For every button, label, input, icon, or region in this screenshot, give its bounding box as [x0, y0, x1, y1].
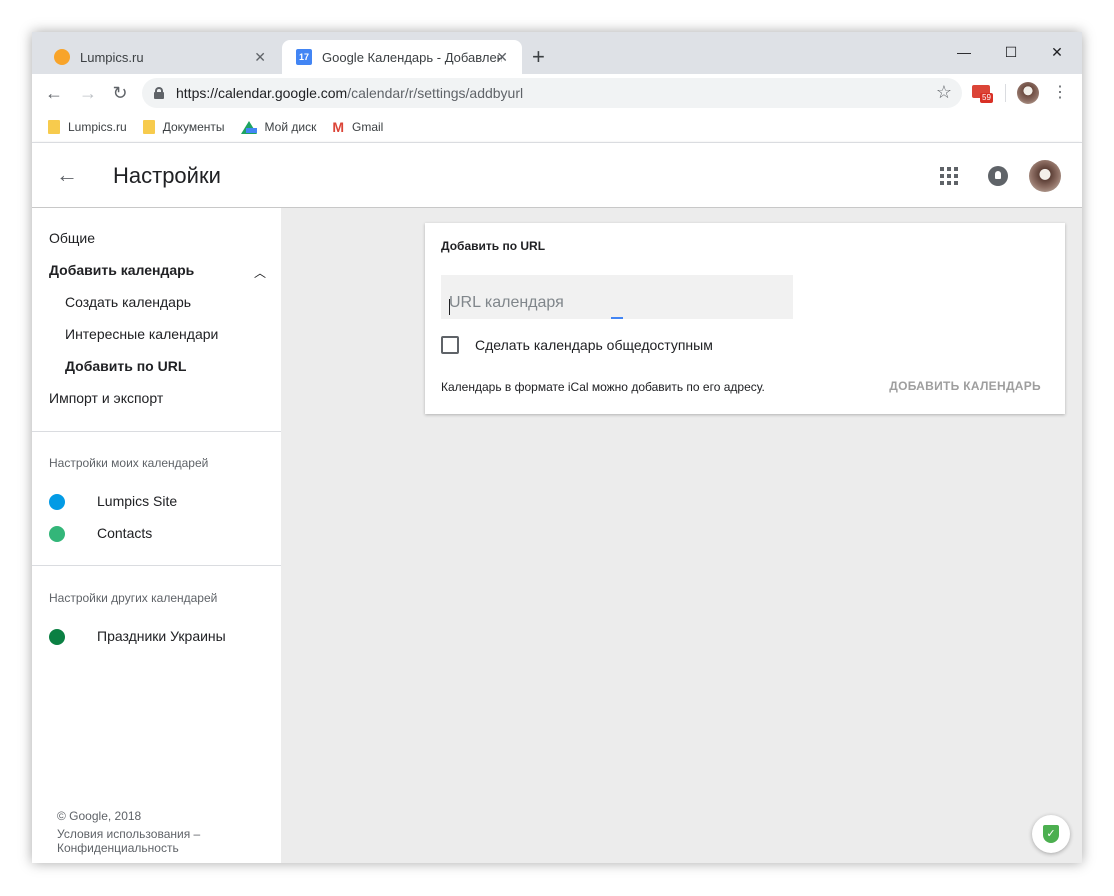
account-avatar[interactable]: [1029, 160, 1061, 192]
lock-icon: [154, 87, 164, 99]
bookmark-my-drive[interactable]: Мой диск: [240, 120, 317, 134]
lumpics-favicon-icon: [54, 49, 70, 65]
browser-window: Lumpics.ru ✕ 17 Google Календарь - Добав…: [32, 32, 1082, 863]
url-path: /calendar/r/settings/addbyurl: [347, 85, 524, 101]
drive-icon: [240, 120, 257, 134]
calendar-item-contacts[interactable]: Contacts: [97, 523, 152, 543]
folder-icon: [142, 120, 155, 134]
text-caret: [449, 299, 450, 315]
bookmark-gmail[interactable]: M Gmail: [332, 119, 383, 135]
add-by-url-card: Добавить по URL Сделать календарь общедо…: [425, 223, 1065, 414]
sidebar-item-general[interactable]: Общие: [49, 228, 95, 248]
page-title: Настройки: [113, 163, 221, 188]
reload-icon[interactable]: ↻: [108, 81, 132, 105]
make-public-label[interactable]: Сделать календарь общедоступным: [475, 335, 713, 355]
gmail-unread-badge: 59: [980, 93, 993, 103]
settings-main: Добавить по URL Сделать календарь общедо…: [281, 208, 1082, 863]
toolbar-divider: [1005, 84, 1006, 102]
tab-title: Google Календарь - Добавление: [322, 49, 502, 65]
bookmark-label: Мой диск: [264, 120, 317, 134]
calendar-item-lumpics-site[interactable]: Lumpics Site: [97, 491, 177, 511]
url-host: https://calendar.google.com: [176, 85, 348, 101]
security-shield-icon[interactable]: ✓: [1032, 815, 1070, 853]
footer-terms-link[interactable]: Условия использования –: [57, 827, 200, 841]
profile-avatar[interactable]: [1017, 82, 1039, 104]
browser-toolbar: ← → ↻ https://calendar.google.com/calend…: [32, 74, 1082, 112]
app-header: ← Настройки: [32, 142, 1082, 208]
forward-arrow-icon[interactable]: →: [76, 81, 100, 105]
sidebar-divider: [32, 431, 281, 432]
notifications-bell-icon[interactable]: [988, 166, 1008, 186]
minimize-icon[interactable]: —: [941, 38, 987, 66]
tab-lumpics[interactable]: Lumpics.ru ✕: [40, 40, 280, 74]
bookmark-label: Gmail: [352, 120, 384, 134]
bookmark-label: Lumpics.ru: [68, 120, 127, 134]
calendar-url-input[interactable]: [441, 275, 793, 319]
tab-title: Lumpics.ru: [80, 49, 144, 65]
back-arrow-icon[interactable]: ←: [56, 161, 78, 189]
calendar-color-dot: [49, 494, 65, 510]
close-icon[interactable]: ✕: [496, 49, 508, 66]
calendar-item-ukraine-holidays[interactable]: Праздники Украины: [97, 626, 226, 646]
settings-sidebar: Общие Добавить календарь ︿ Создать кален…: [32, 208, 281, 863]
address-bar[interactable]: https://calendar.google.com/calendar/r/s…: [142, 78, 962, 108]
my-calendars-heading: Настройки моих календарей: [49, 456, 209, 470]
make-public-checkbox[interactable]: [441, 336, 459, 354]
sidebar-item-add-calendar[interactable]: Добавить календарь: [49, 260, 194, 280]
apps-grid-icon[interactable]: [940, 167, 958, 185]
sidebar-item-interesting-calendars[interactable]: Интересные календари: [65, 324, 218, 344]
bookmarks-bar: Lumpics.ru Документы Мой диск M Gmail: [32, 112, 1082, 142]
bookmark-star-icon[interactable]: ☆: [936, 82, 952, 103]
card-title: Добавить по URL: [441, 239, 546, 253]
tab-strip: Lumpics.ru ✕ 17 Google Календарь - Добав…: [32, 32, 1082, 74]
gmail-icon: M: [332, 119, 345, 135]
bookmark-lumpics[interactable]: Lumpics.ru: [48, 120, 127, 134]
bookmark-documents[interactable]: Документы: [142, 120, 225, 134]
add-calendar-button[interactable]: ДОБАВИТЬ КАЛЕНДАРЬ: [889, 379, 1041, 393]
tab-google-calendar[interactable]: 17 Google Календарь - Добавление ✕: [282, 40, 522, 74]
back-arrow-icon[interactable]: ←: [42, 81, 66, 105]
sidebar-item-create-calendar[interactable]: Создать календарь: [65, 292, 191, 312]
bookmark-label: Документы: [162, 120, 225, 134]
maximize-icon[interactable]: ☐: [988, 38, 1034, 66]
new-tab-plus-icon[interactable]: +: [532, 46, 545, 68]
ical-hint: Календарь в формате iCal можно добавить …: [441, 380, 765, 394]
gmail-extension-icon[interactable]: 59: [972, 82, 994, 104]
sidebar-item-add-by-url[interactable]: Добавить по URL: [65, 356, 186, 376]
calendar-url-field[interactable]: [441, 275, 793, 319]
close-icon[interactable]: ✕: [254, 49, 266, 66]
window-close-icon[interactable]: ✕: [1034, 38, 1080, 66]
calendar-color-dot: [49, 629, 65, 645]
more-vert-icon[interactable]: ⋮: [1052, 82, 1068, 104]
sidebar-item-import-export[interactable]: Импорт и экспорт: [49, 388, 163, 408]
calendar-favicon-icon: 17: [296, 49, 312, 65]
sidebar-divider: [32, 565, 281, 566]
footer-copyright: © Google, 2018: [57, 809, 142, 823]
folder-icon: [48, 120, 60, 134]
chevron-up-icon[interactable]: ︿: [254, 264, 266, 281]
other-calendars-heading: Настройки других календарей: [49, 591, 218, 605]
focus-underline: [611, 317, 623, 319]
footer-privacy-link[interactable]: Конфиденциальность: [57, 841, 179, 855]
calendar-color-dot: [49, 526, 65, 542]
